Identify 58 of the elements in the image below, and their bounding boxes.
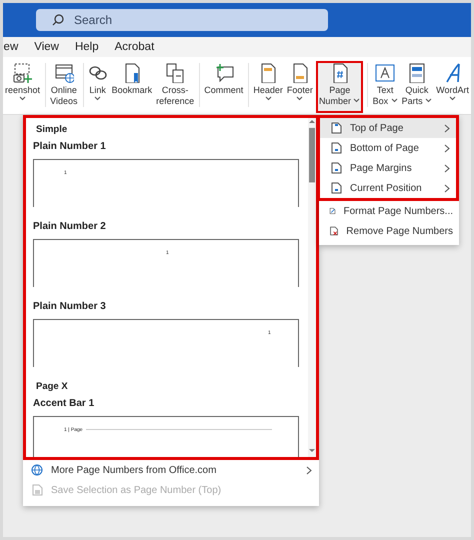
menu-tab[interactable]: Acrobat [114, 41, 154, 53]
menu-tab[interactable]: View [34, 41, 59, 53]
caret-icon [264, 96, 272, 101]
page-icon [330, 142, 342, 154]
page-icon [330, 122, 342, 134]
globe-icon [31, 464, 43, 476]
menu-item[interactable]: More Page Numbers from Office.com [23, 460, 319, 480]
caret-icon [449, 96, 456, 101]
ribbon-button[interactable]: Header [252, 61, 284, 113]
ribbon-button[interactable]: Comment [203, 61, 244, 113]
ribbon-button[interactable]: Bookmark [110, 61, 154, 113]
gallery-heading: Simple [36, 124, 68, 135]
ribbon-button[interactable]: Footer [286, 61, 314, 113]
caret-icon [425, 98, 432, 104]
menu-tab[interactable]: Help [74, 41, 99, 53]
chevron-right-icon [444, 184, 450, 192]
ribbon-button[interactable]: Text Box [372, 61, 399, 113]
page-icon [329, 205, 336, 217]
menu-tab[interactable]: iew [3, 41, 18, 53]
page-icon [330, 162, 342, 174]
chevron-right-icon [306, 466, 312, 474]
video-icon [54, 63, 74, 83]
caret-icon [19, 96, 26, 101]
ribbon-button[interactable]: Cross- reference [155, 61, 196, 113]
caret-icon [390, 98, 398, 104]
caret-icon [94, 96, 102, 101]
ribbon-button[interactable]: reenshot [4, 61, 42, 113]
search-field[interactable]: Search [36, 9, 328, 31]
gallery-heading: Page X [36, 381, 68, 392]
chevron-right-icon [444, 124, 450, 132]
search-icon [52, 14, 64, 26]
text-box-icon [375, 63, 396, 83]
chevron-right-icon [444, 164, 450, 172]
ribbon-button[interactable]: Online Videos [49, 61, 78, 113]
gallery-item-title: Plain Number 2 [33, 221, 106, 232]
menu-item[interactable]: Bottom of Page [320, 138, 456, 158]
ribbon-button[interactable]: Page Number [316, 61, 364, 113]
ribbon-button[interactable]: Quick Parts [400, 61, 434, 113]
camera-icon [12, 63, 33, 83]
page-icon [330, 182, 342, 194]
ribbon-button[interactable]: Link [86, 61, 109, 113]
menu-item[interactable]: Remove Page Numbers [319, 221, 459, 241]
menu-item[interactable]: Top of Page [320, 118, 456, 138]
gallery-item-title: Plain Number 3 [33, 301, 106, 312]
menu-item[interactable]: Format Page Numbers... [319, 201, 459, 221]
comment-icon [214, 63, 234, 83]
ribbon-button[interactable]: WordArt [435, 61, 470, 113]
quick-parts-icon [406, 63, 427, 83]
gallery-item-title: Accent Bar 1 [33, 398, 94, 409]
menu-item[interactable]: Page Margins [320, 158, 456, 178]
gallery-item-title: Plain Number 1 [33, 141, 106, 152]
caret-icon [353, 98, 360, 104]
cross-reference-icon [165, 63, 186, 83]
page-icon [329, 225, 338, 237]
save-icon [31, 484, 43, 496]
caret-icon [296, 96, 304, 101]
menu-item[interactable]: Current Position [320, 178, 456, 198]
chevron-right-icon [444, 144, 450, 152]
